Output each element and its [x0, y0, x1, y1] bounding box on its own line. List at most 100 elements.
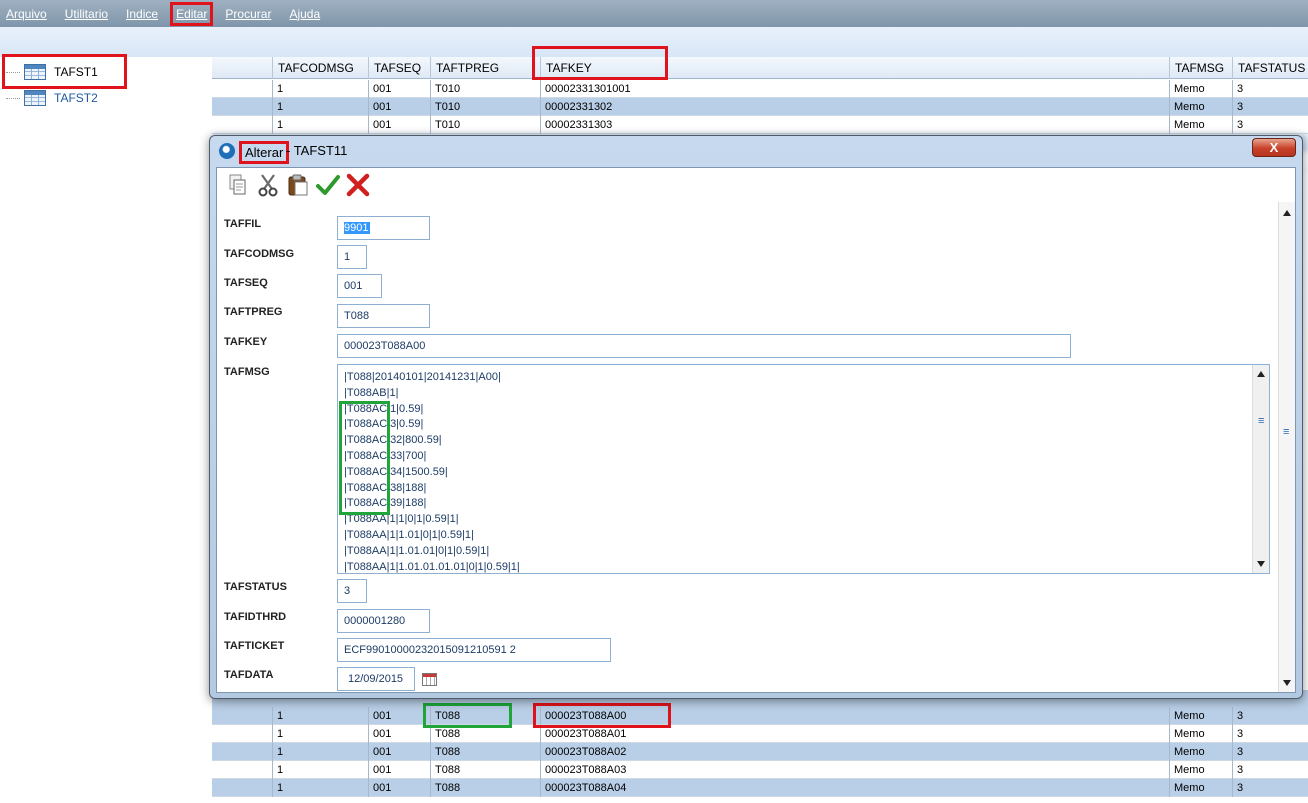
memo-line: |T088AA|1|1.01.01|0|1|0.59|1| — [344, 544, 490, 557]
dialog-content: TAFFIL 9901 TAFCODMSG 1 TAFSEQ 001 TAFTP… — [216, 167, 1296, 693]
table-row[interactable]: 1 001 T088 000023T088A03 Memo 3 — [212, 761, 1308, 779]
table-row[interactable]: 1 001 T010 00002331301001 Memo 3 — [212, 80, 1308, 98]
paste-icon[interactable] — [285, 172, 311, 198]
label-tafkey: TAFKEY — [224, 336, 268, 348]
dialog-operation: Alterar — [239, 141, 290, 164]
confirm-icon[interactable] — [315, 172, 341, 198]
column-header-tafstatus[interactable]: TAFSTATUS — [1232, 57, 1308, 79]
cell-tafseq: 001 — [368, 116, 430, 134]
menu-ajuda[interactable]: Ajuda — [286, 5, 323, 23]
label-tafseq: TAFSEQ — [224, 277, 268, 289]
cell-tafstatus: 3 — [1232, 98, 1308, 116]
menu-bar: Arquivo Utilitario Indice Editar Procura… — [0, 0, 1308, 27]
memo-scrollbar[interactable]: ≡ — [1252, 365, 1269, 573]
cell-tafstatus: 3 — [1232, 779, 1308, 797]
scroll-up-icon[interactable] — [1257, 371, 1265, 377]
menu-arquivo[interactable]: Arquivo — [3, 5, 50, 23]
cell-tafseq: 001 — [368, 98, 430, 116]
cell-tafcodmsg: 1 — [272, 116, 368, 134]
cell-tafcodmsg: 1 — [272, 761, 368, 779]
memo-line: |T088AC|34|1500.59| — [344, 465, 448, 478]
highlight-box-green — [423, 703, 512, 728]
cell-tafkey: 000023T088A04 — [540, 779, 1169, 797]
column-header-tafseq[interactable]: TAFSEQ — [368, 57, 430, 79]
form-scroll-grip-icon[interactable]: ≡ — [1283, 426, 1289, 438]
table-row[interactable]: 1 001 T010 00002331302 Memo 3 — [212, 98, 1308, 116]
tafticket-field[interactable]: ECF99010000232015091210591 2 — [337, 638, 611, 662]
tafseq-field[interactable]: 001 — [337, 274, 382, 298]
table-row[interactable]: 1 001 T088 000023T088A02 Memo 3 — [212, 743, 1308, 761]
label-taffil: TAFFIL — [224, 218, 262, 230]
menu-indice[interactable]: Indice — [123, 5, 161, 23]
tafstatus-field[interactable]: 3 — [337, 579, 367, 603]
column-header-tafmsg[interactable]: TAFMSG — [1169, 57, 1232, 79]
table-row[interactable]: 1 001 T088 000023T088A01 Memo 3 — [212, 725, 1308, 743]
form-scrollbar[interactable] — [1278, 202, 1295, 692]
cell-tafstatus: 3 — [1232, 761, 1308, 779]
table-row[interactable]: 1 001 T010 00002331303 Memo 3 — [212, 116, 1308, 134]
tafmsg-memo[interactable]: |T088|20140101|20141231|A00| |T088AB|1| … — [337, 364, 1270, 574]
table-tree: TAFST1 TAFST2 — [0, 54, 212, 803]
cell-tafmsg: Memo — [1169, 116, 1232, 134]
menu-editar[interactable]: Editar — [170, 1, 214, 26]
tafidthrd-field[interactable]: 0000001280 — [337, 609, 430, 633]
taffil-field[interactable]: 9901 — [337, 216, 430, 240]
highlight-box — [532, 46, 668, 80]
cell-tafcodmsg: 1 — [272, 743, 368, 761]
taftpreg-field[interactable]: T088 — [337, 304, 430, 328]
cell-tafmsg: Memo — [1169, 80, 1232, 98]
memo-line: |T088AC|3|0.59| — [344, 418, 424, 431]
table-row[interactable]: 1 001 T088 000023T088A00 Memo 3 — [212, 707, 1308, 725]
cell-tafseq: 001 — [368, 725, 430, 743]
calendar-icon[interactable] — [422, 673, 437, 686]
scroll-down-icon[interactable] — [1257, 561, 1265, 567]
column-header-tafcodmsg[interactable]: TAFCODMSG — [272, 57, 368, 79]
memo-line: |T088|20140101|20141231|A00| — [344, 371, 501, 383]
cell-tafkey: 000023T088A02 — [540, 743, 1169, 761]
close-button[interactable]: X — [1252, 138, 1296, 157]
memo-line: |T088AC|38|188| — [344, 481, 427, 494]
tafcodmsg-field[interactable]: 1 — [337, 245, 367, 269]
cell-taftpreg: T010 — [430, 98, 540, 116]
cell-tafcodmsg: 1 — [272, 725, 368, 743]
memo-line: |T088AC|33|700| — [344, 449, 427, 462]
cell-tafmsg: Memo — [1169, 761, 1232, 779]
label-tafmsg: TAFMSG — [224, 366, 270, 378]
scroll-up-icon[interactable] — [1283, 210, 1291, 216]
cell-tafcodmsg: 1 — [272, 98, 368, 116]
cell-tafkey: 00002331301001 — [540, 80, 1169, 98]
cell-tafstatus: 3 — [1232, 116, 1308, 134]
dialog-title: - TAFST11 — [286, 143, 348, 158]
copy-icon[interactable] — [225, 172, 251, 198]
cell-tafmsg: Memo — [1169, 743, 1232, 761]
table-row[interactable]: 1 001 T088 000023T088A04 Memo 3 — [212, 779, 1308, 797]
dialog-title-bar[interactable]: Alterar - TAFST11 X — [210, 136, 1302, 165]
scroll-down-icon[interactable] — [1283, 680, 1291, 686]
cell-tafstatus: 3 — [1232, 707, 1308, 725]
highlight-box — [533, 703, 671, 728]
cell-tafmsg: Memo — [1169, 779, 1232, 797]
cancel-icon[interactable] — [345, 172, 371, 198]
dialog-toolbar — [217, 168, 1295, 202]
menu-procurar[interactable]: Procurar — [222, 5, 274, 23]
cut-icon[interactable] — [255, 172, 281, 198]
cell-tafcodmsg: 1 — [272, 707, 368, 725]
cell-tafseq: 001 — [368, 743, 430, 761]
label-tafidthrd: TAFIDTHRD — [224, 611, 287, 623]
cell-tafstatus: 3 — [1232, 725, 1308, 743]
table-icon — [24, 90, 46, 106]
memo-line: |T088AC|1|0.59| — [344, 402, 424, 415]
column-header-taftpreg[interactable]: TAFTPREG — [430, 57, 540, 79]
tafdata-field[interactable]: 12/09/2015 — [337, 667, 415, 691]
cell-tafmsg: Memo — [1169, 725, 1232, 743]
cell-tafstatus: 3 — [1232, 80, 1308, 98]
edit-dialog: Alterar - TAFST11 X TAFFIL 9901 TAFCODMS — [209, 135, 1303, 699]
label-tafstatus: TAFSTATUS — [224, 581, 287, 593]
menu-utilitario[interactable]: Utilitario — [62, 5, 111, 23]
tafkey-field[interactable]: 000023T088A00 — [337, 334, 1071, 358]
cell-tafseq: 001 — [368, 80, 430, 98]
scroll-grip-icon[interactable]: ≡ — [1258, 415, 1264, 427]
cell-tafkey: 000023T088A03 — [540, 761, 1169, 779]
app-icon — [219, 143, 235, 159]
cell-taftpreg: T088 — [430, 743, 540, 761]
